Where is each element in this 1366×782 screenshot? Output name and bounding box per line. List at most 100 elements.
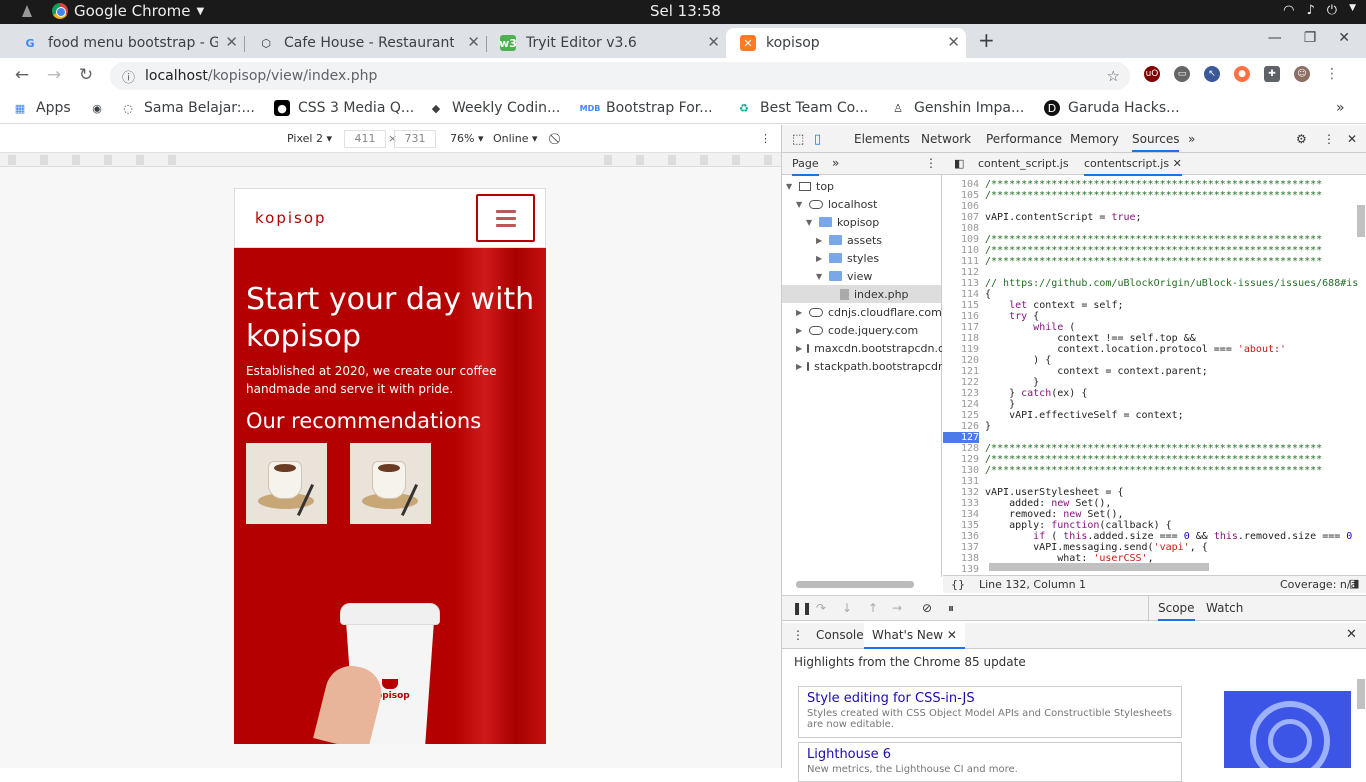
line-number[interactable]: 130 xyxy=(943,465,979,476)
ublock-icon[interactable]: uO xyxy=(1144,66,1160,82)
line-number[interactable]: 117 xyxy=(943,322,979,333)
site-brand[interactable]: kopisop xyxy=(255,209,327,227)
deactivate-breakpoints-icon[interactable]: ⊘ xyxy=(922,601,932,615)
bookmark-weekly-coding[interactable]: ◆ Weekly Codin... xyxy=(428,100,561,116)
tree-item-stackpath[interactable]: ▶ stackpath.bootstrapcdn xyxy=(796,357,942,375)
close-window-icon[interactable]: ✕ xyxy=(1338,30,1350,46)
code-editor[interactable]: 104 105 106 107 108 109 110 111 112 113 114 115 116 1… xyxy=(943,175,1366,577)
bookmark-garuda-hacks[interactable]: D Garuda Hacks... xyxy=(1044,100,1180,116)
minimize-icon[interactable]: — xyxy=(1268,30,1282,46)
line-number[interactable]: 134 xyxy=(943,509,979,520)
tab-cafe-house[interactable]: ⬡ Cafe House - Restaurant & ✕ xyxy=(244,28,487,58)
tree-item-maxcdn[interactable]: ▶ maxcdn.bootstrapcdn.co xyxy=(796,339,942,357)
line-number[interactable]: 139 xyxy=(943,564,979,575)
menu-kebab-icon[interactable]: ⋮ xyxy=(1323,132,1335,146)
inspect-icon[interactable]: ⬚ xyxy=(792,132,804,147)
line-number[interactable]: 122 xyxy=(943,377,979,388)
line-number[interactable]: 109 xyxy=(943,234,979,245)
tab-console[interactable]: Console xyxy=(816,628,864,642)
close-icon[interactable]: ✕ xyxy=(947,33,960,51)
line-number[interactable]: 128 xyxy=(943,443,979,454)
zoom-select[interactable]: 76% ▾ xyxy=(450,132,483,145)
bookmark-globe[interactable]: ◉ xyxy=(89,100,105,116)
more-tabs-icon[interactable]: » xyxy=(832,156,839,170)
tab-whats-new[interactable]: What's New ✕ xyxy=(864,623,965,649)
clock[interactable]: Sel 13:58 xyxy=(650,2,721,20)
step-over-icon[interactable]: ↷ xyxy=(816,601,826,615)
feature-card[interactable]: Style editing for CSS-in-JS Styles creat… xyxy=(798,686,1182,738)
tree-item-cdnjs[interactable]: ▶ cdnjs.cloudflare.com xyxy=(796,303,942,321)
tree-item-view[interactable]: ▼ view xyxy=(816,267,872,285)
tab-network[interactable]: Network xyxy=(921,132,971,146)
file-tab-content-script[interactable]: content_script.js xyxy=(978,157,1069,170)
address-bar[interactable]: ⓘ localhost/kopisop/view/index.php ☆ xyxy=(110,62,1130,90)
gear-icon[interactable]: ⚙ xyxy=(1296,132,1307,146)
bookmark-best-team[interactable]: ♻ Best Team Co... xyxy=(736,100,868,116)
step-out-icon[interactable]: ↑ xyxy=(868,601,878,615)
chat-extension-icon[interactable]: ▭ xyxy=(1174,66,1190,82)
tab-elements[interactable]: Elements xyxy=(854,132,910,146)
line-number[interactable]: 110 xyxy=(943,245,979,256)
tab-kopisop[interactable]: ✕ kopisop ✕ xyxy=(726,28,966,58)
bookmark-bootstrap[interactable]: MDB Bootstrap For... xyxy=(580,100,713,116)
reload-icon[interactable]: ↻ xyxy=(76,65,96,85)
file-tab-contentscript[interactable]: contentscript.js ✕ xyxy=(1084,157,1182,176)
line-number[interactable]: 127 xyxy=(943,432,979,443)
feature-title[interactable]: Lighthouse 6 xyxy=(807,747,1173,762)
line-number[interactable]: 129 xyxy=(943,454,979,465)
recommendation-image[interactable] xyxy=(350,443,431,524)
step-into-icon[interactable]: ↓ xyxy=(842,601,852,615)
app-menu[interactable]: Google Chrome ▼ xyxy=(52,2,204,20)
recommendation-image[interactable] xyxy=(246,443,327,524)
back-icon[interactable]: ← xyxy=(12,65,32,85)
line-number[interactable]: 121 xyxy=(943,366,979,377)
line-number[interactable]: 137 xyxy=(943,542,979,553)
line-number[interactable]: 108 xyxy=(943,223,979,234)
new-tab-button[interactable]: + xyxy=(978,28,995,52)
network-select[interactable]: Online ▾ xyxy=(493,132,538,145)
hamburger-menu-button[interactable] xyxy=(476,194,535,242)
tab-performance[interactable]: Performance xyxy=(986,132,1062,146)
tree-item-localhost[interactable]: ▼ localhost xyxy=(796,195,877,213)
line-number[interactable]: 135 xyxy=(943,520,979,531)
menu-kebab-icon[interactable]: ⋮ xyxy=(1324,66,1340,82)
pretty-print-icon[interactable]: {} xyxy=(951,578,965,591)
vertical-scrollbar[interactable] xyxy=(1357,205,1365,237)
step-icon[interactable]: → xyxy=(892,601,902,615)
line-number[interactable]: 112 xyxy=(943,267,979,278)
line-number[interactable]: 115 xyxy=(943,300,979,311)
tree-item-top[interactable]: ▼ top xyxy=(786,177,834,195)
menu-kebab-icon[interactable]: ⋮ xyxy=(760,132,771,145)
bookmark-genshin[interactable]: ♙ Genshin Impa... xyxy=(890,100,1024,116)
info-icon[interactable]: ⓘ xyxy=(122,67,135,86)
tab-scope[interactable]: Scope xyxy=(1158,601,1195,621)
menu-kebab-icon[interactable]: ⋮ xyxy=(792,628,804,642)
close-drawer-icon[interactable]: ✕ xyxy=(1346,627,1357,642)
line-number[interactable]: 138 xyxy=(943,553,979,564)
system-tray[interactable]: ◠ ♪ ⏻ ▼ xyxy=(1283,3,1356,18)
device-toggle-icon[interactable]: ▯ xyxy=(814,132,821,147)
more-bookmarks-icon[interactable]: » xyxy=(1336,100,1345,116)
toggle-debugger-icon[interactable]: ◨ xyxy=(1349,577,1359,590)
height-input[interactable]: 731 xyxy=(394,130,436,148)
line-number[interactable]: 131 xyxy=(943,476,979,487)
line-number[interactable]: 132 xyxy=(943,487,979,498)
width-input[interactable]: 411 xyxy=(344,130,386,148)
horizontal-scrollbar[interactable] xyxy=(796,581,914,588)
bookmark-css-media[interactable]: ● CSS 3 Media Q... xyxy=(274,100,414,116)
line-number[interactable]: 116 xyxy=(943,311,979,322)
line-number[interactable]: 114 xyxy=(943,289,979,300)
device-select[interactable]: Pixel 2 ▾ xyxy=(287,132,332,145)
bookmark-apps[interactable]: ▦ Apps xyxy=(12,100,71,116)
close-icon[interactable]: ✕ xyxy=(707,33,720,51)
tab-memory[interactable]: Memory xyxy=(1070,132,1119,146)
feature-title[interactable]: Style editing for CSS-in-JS xyxy=(807,691,1173,706)
tab-sources[interactable]: Sources xyxy=(1132,132,1180,152)
toggle-navigator-icon[interactable]: ◧ xyxy=(954,157,964,170)
cursor-extension-icon[interactable]: ↖ xyxy=(1204,66,1220,82)
menu-kebab-icon[interactable]: ⋮ xyxy=(925,156,937,170)
line-number[interactable]: 133 xyxy=(943,498,979,509)
line-number[interactable]: 104 xyxy=(943,179,979,190)
line-number[interactable]: 105 xyxy=(943,190,979,201)
fire-extension-icon[interactable]: ● xyxy=(1234,66,1250,82)
